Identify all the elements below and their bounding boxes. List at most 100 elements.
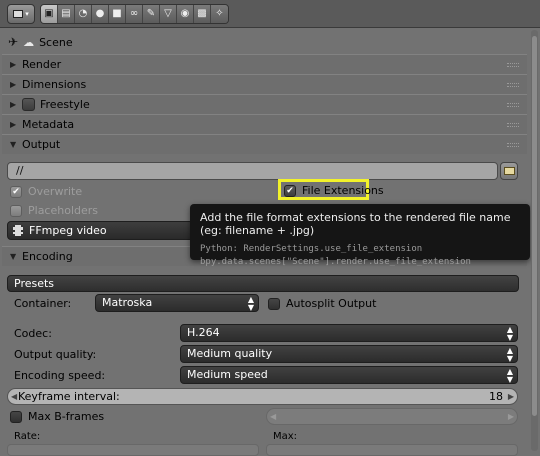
updown-arrows-icon: ▲ ▼ bbox=[247, 295, 254, 312]
scrollbar-thumb[interactable] bbox=[532, 36, 537, 416]
rate-field bbox=[7, 444, 259, 456]
properties-editor-icon bbox=[13, 10, 24, 18]
tooltip-python-line: bpy.data.scenes["Scene"].render.use_file… bbox=[200, 257, 471, 267]
updown-arrows-icon: ▲ ▼ bbox=[506, 325, 513, 342]
data-icon[interactable]: ▽ bbox=[160, 5, 177, 23]
encoding-speed-dropdown[interactable]: Medium speed ▲ ▼ bbox=[180, 366, 518, 384]
overwrite-label: Overwrite bbox=[28, 185, 83, 198]
collapse-arrow-icon: ▼ bbox=[10, 252, 17, 261]
codec-dropdown[interactable]: H.264 ▲ ▼ bbox=[180, 324, 518, 342]
film-icon bbox=[13, 225, 23, 236]
tooltip-python: Python: RenderSettings.use_file_extensio… bbox=[200, 243, 520, 269]
panel-render[interactable]: ▶ Render bbox=[2, 54, 527, 74]
container-label: Container: bbox=[14, 297, 72, 310]
file-extensions-label: File Extensions bbox=[302, 184, 384, 197]
keyframe-interval-label: Keyframe interval: bbox=[18, 390, 120, 403]
expand-arrow-icon: ▶ bbox=[10, 60, 17, 69]
autosplit-checkbox[interactable] bbox=[268, 297, 280, 310]
increment-arrow-icon[interactable]: ▶ bbox=[508, 389, 514, 404]
collapse-arrow-icon: ▼ bbox=[10, 140, 17, 149]
properties-header: ▾ ▣ ▤ ◔ ● ■ ∞ ✎ ▽ ◉ ▩ ✧ bbox=[0, 0, 540, 28]
scene-label: Scene bbox=[39, 35, 73, 49]
panel-freestyle[interactable]: ▶ Freestyle bbox=[2, 94, 527, 114]
file-extensions-checkbox[interactable]: ✔ bbox=[284, 184, 296, 197]
output-quality-dropdown[interactable]: Medium quality ▲ ▼ bbox=[180, 345, 518, 363]
autosplit-option[interactable]: Autosplit Output bbox=[268, 297, 376, 310]
panel-metadata[interactable]: ▶ Metadata bbox=[2, 114, 527, 134]
placeholders-checkbox[interactable] bbox=[10, 204, 22, 217]
particles-icon[interactable]: ✧ bbox=[211, 5, 228, 23]
drag-handle-icon[interactable] bbox=[507, 103, 519, 107]
keyframe-interval-value: 18 bbox=[489, 390, 503, 403]
rate-label: Rate: bbox=[14, 431, 41, 442]
overwrite-checkbox[interactable]: ✔ bbox=[10, 185, 22, 198]
output-path-field[interactable]: // bbox=[7, 162, 498, 180]
drag-handle-icon[interactable] bbox=[507, 143, 519, 147]
scene-icon[interactable]: ◔ bbox=[75, 5, 92, 23]
file-format-value: FFmpeg video bbox=[29, 224, 107, 237]
autosplit-label: Autosplit Output bbox=[286, 297, 377, 310]
freestyle-checkbox[interactable] bbox=[22, 98, 35, 111]
texture-icon[interactable]: ▩ bbox=[194, 5, 211, 23]
max-label: Max: bbox=[273, 431, 298, 442]
panel-title: Freestyle bbox=[40, 98, 90, 111]
vertical-scrollbar[interactable] bbox=[531, 30, 538, 451]
encoding-speed-value: Medium speed bbox=[187, 368, 268, 381]
drag-handle-icon[interactable] bbox=[507, 83, 519, 87]
keyframe-interval-slider[interactable]: ◀ Keyframe interval: 18 ▶ bbox=[7, 388, 518, 405]
context-tabs: ▣ ▤ ◔ ● ■ ∞ ✎ ▽ ◉ ▩ ✧ bbox=[40, 4, 229, 24]
chevron-down-icon: ▾ bbox=[25, 10, 29, 18]
pin-icon[interactable]: ✈ bbox=[8, 35, 18, 49]
max-bframes-slider: ◀ ▶ bbox=[266, 408, 518, 425]
output-quality-value: Medium quality bbox=[187, 347, 273, 360]
panel-title: Encoding bbox=[22, 250, 73, 263]
encoding-speed-label: Encoding speed: bbox=[14, 369, 106, 382]
panel-title: Output bbox=[22, 138, 61, 151]
render-layers-icon[interactable]: ▤ bbox=[58, 5, 75, 23]
updown-arrows-icon: ▲ ▼ bbox=[506, 346, 513, 363]
browse-folder-button[interactable] bbox=[500, 162, 518, 180]
panel-title: Dimensions bbox=[22, 78, 87, 91]
context-path: ✈ ☁ Scene bbox=[8, 33, 73, 51]
overwrite-option[interactable]: ✔ Overwrite bbox=[10, 185, 82, 198]
placeholders-label: Placeholders bbox=[28, 204, 99, 217]
modifiers-icon[interactable]: ✎ bbox=[143, 5, 160, 23]
expand-arrow-icon: ▶ bbox=[10, 80, 17, 89]
increment-arrow-icon: ▶ bbox=[507, 412, 514, 421]
panel-dimensions[interactable]: ▶ Dimensions bbox=[2, 74, 527, 94]
decrement-arrow-icon[interactable]: ◀ bbox=[11, 389, 17, 404]
scene-icon: ☁ bbox=[23, 35, 35, 49]
object-icon[interactable]: ■ bbox=[109, 5, 126, 23]
output-quality-label: Output quality: bbox=[14, 348, 97, 361]
updown-arrows-icon: ▲ ▼ bbox=[506, 367, 513, 384]
presets-dropdown[interactable]: Presets bbox=[7, 275, 519, 292]
panel-output[interactable]: ▼ Output bbox=[2, 134, 527, 154]
codec-label: Codec: bbox=[14, 327, 52, 340]
tooltip-python-line: Python: RenderSettings.use_file_extensio… bbox=[200, 244, 423, 254]
placeholders-option[interactable]: Placeholders bbox=[10, 204, 98, 217]
panel-title: Metadata bbox=[22, 118, 75, 131]
panel-title: Render bbox=[22, 58, 62, 71]
file-extensions-option[interactable]: ✔ File Extensions bbox=[284, 184, 384, 197]
max-bframes-option[interactable]: Max B-frames bbox=[10, 410, 104, 423]
drag-handle-icon[interactable] bbox=[507, 63, 519, 67]
material-icon[interactable]: ◉ bbox=[177, 5, 194, 23]
world-icon[interactable]: ● bbox=[92, 5, 109, 23]
tooltip: Add the file format extensions to the re… bbox=[190, 204, 530, 267]
editor-type-button[interactable]: ▾ bbox=[7, 4, 35, 24]
max-bframes-label: Max B-frames bbox=[28, 410, 105, 423]
codec-value: H.264 bbox=[187, 326, 220, 339]
folder-icon bbox=[503, 167, 515, 175]
tooltip-text: Add the file format extensions to the re… bbox=[200, 211, 511, 237]
drag-handle-icon[interactable] bbox=[507, 123, 519, 127]
max-bframes-checkbox[interactable] bbox=[10, 410, 22, 423]
file-format-dropdown[interactable]: FFmpeg video bbox=[7, 221, 202, 240]
decrement-arrow-icon: ◀ bbox=[270, 412, 277, 421]
container-dropdown[interactable]: Matroska ▲ ▼ bbox=[95, 294, 259, 312]
expand-arrow-icon: ▶ bbox=[10, 100, 17, 109]
container-value: Matroska bbox=[102, 296, 153, 309]
expand-arrow-icon: ▶ bbox=[10, 120, 17, 129]
constraints-icon[interactable]: ∞ bbox=[126, 5, 143, 23]
max-rate-field bbox=[266, 444, 518, 456]
render-icon[interactable]: ▣ bbox=[41, 5, 58, 23]
